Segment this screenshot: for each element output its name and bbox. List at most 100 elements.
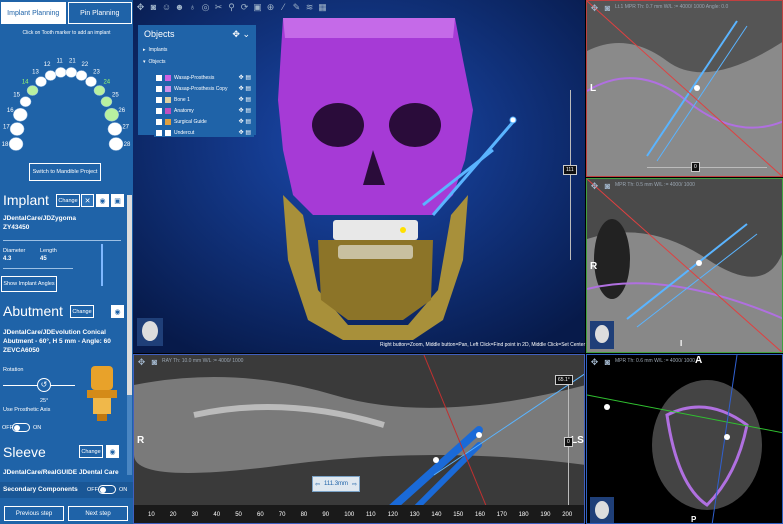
- secondary-components-toggle[interactable]: [98, 485, 116, 494]
- abutment-view-button[interactable]: ◉: [111, 305, 124, 318]
- color-swatch[interactable]: [165, 107, 171, 114]
- visibility-checkbox[interactable]: [156, 118, 162, 125]
- move-icon[interactable]: ✥ ▤: [239, 85, 251, 92]
- move-icon[interactable]: ✥: [136, 357, 147, 368]
- tooth-13[interactable]: [35, 76, 47, 87]
- viewport-mpr-top[interactable]: ✥ ◙ Lt.1 MPR Th: 0.7 mm W/L := 4000/ 100…: [586, 0, 783, 177]
- object-row[interactable]: Bone 1 ✥ ▤: [154, 95, 254, 104]
- move-icon[interactable]: ✥ ▤: [239, 129, 251, 136]
- tooth-17[interactable]: [9, 122, 25, 136]
- grid-icon[interactable]: ▦: [317, 2, 328, 13]
- tooth-24[interactable]: [93, 85, 106, 96]
- implant-change-button[interactable]: Change: [56, 194, 80, 207]
- implant-view-button[interactable]: ◉: [96, 194, 109, 207]
- move-icon[interactable]: ✥ ▤: [239, 96, 251, 103]
- camera-icon[interactable]: ◙: [149, 357, 160, 368]
- sleeve-view-button[interactable]: ◉: [106, 445, 119, 458]
- object-row[interactable]: Surgical Guide ✥ ▤: [154, 117, 254, 126]
- prosthetic-axis-toggle[interactable]: [12, 423, 30, 432]
- color-swatch[interactable]: [165, 74, 171, 81]
- visibility-checkbox[interactable]: [156, 74, 162, 81]
- head-orientation-icon[interactable]: [590, 497, 614, 523]
- box-icon[interactable]: ▣: [252, 2, 263, 13]
- color-swatch[interactable]: [165, 85, 171, 92]
- tab-implant-planning[interactable]: Implant Planning: [1, 2, 66, 24]
- color-swatch[interactable]: [165, 96, 171, 103]
- tooth-21[interactable]: [65, 67, 77, 78]
- mpr-top-slider-track[interactable]: [647, 167, 767, 168]
- visibility-checkbox[interactable]: [156, 96, 162, 103]
- tooth-27[interactable]: [107, 122, 123, 136]
- sleeve-change-button[interactable]: Change: [79, 445, 103, 458]
- target-icon[interactable]: ⊕: [265, 2, 276, 13]
- object-row[interactable]: Wasap-Prosthesis Copy ✥ ▤: [154, 84, 254, 93]
- panel-scrollbar[interactable]: [127, 195, 132, 475]
- move-icon[interactable]: ✥: [589, 3, 600, 14]
- tooth-12[interactable]: [44, 70, 57, 81]
- head-orientation-icon[interactable]: [137, 318, 163, 346]
- line-icon[interactable]: ⁄: [278, 2, 289, 13]
- visibility-checkbox[interactable]: [156, 107, 162, 114]
- mpr-top-slider-value[interactable]: 0: [691, 162, 700, 172]
- pen-icon[interactable]: ✎: [291, 2, 302, 13]
- move-icon[interactable]: ✥: [135, 2, 146, 13]
- move-icon[interactable]: ✥: [589, 357, 600, 368]
- tooth-22[interactable]: [75, 70, 88, 81]
- tab-pin-planning[interactable]: Pin Planning: [67, 2, 132, 24]
- tooth-14[interactable]: [26, 85, 39, 96]
- panoramic-slider-value[interactable]: 0: [564, 437, 573, 447]
- head-orientation-icon[interactable]: [590, 321, 614, 349]
- tooth-26[interactable]: [104, 107, 119, 122]
- tooth-icon[interactable]: ♁: [187, 2, 198, 13]
- abutment-change-button[interactable]: Change: [70, 305, 94, 318]
- sync-icon[interactable]: ⟳: [239, 2, 250, 13]
- camera-icon[interactable]: ◙: [148, 2, 159, 13]
- dental-arch-chart[interactable]: 18 17 16 15 1413 12 11 21 22 2324 25 26 27 28: [0, 36, 133, 156]
- tooth-25[interactable]: [100, 96, 113, 107]
- object-row[interactable]: Anatomy ✥ ▤: [154, 106, 254, 115]
- rotation-knob[interactable]: ↺: [37, 378, 51, 392]
- show-implant-angles-button[interactable]: Show Implant Angles: [1, 276, 57, 292]
- color-swatch[interactable]: [165, 129, 171, 136]
- object-row[interactable]: Wasap-Prosthesis ✥ ▤: [154, 73, 254, 82]
- viewport-panoramic[interactable]: ✥ ◙ RAY Th: 10.0 mm W/L := 4000/ 1000 R …: [133, 354, 585, 524]
- scrollbar-thumb[interactable]: [127, 195, 132, 395]
- color-swatch[interactable]: [165, 118, 171, 125]
- measure-icon[interactable]: ◎: [200, 2, 211, 13]
- 3d-slider-value[interactable]: 111: [563, 165, 577, 175]
- tooth-18[interactable]: [8, 137, 24, 151]
- visibility-checkbox[interactable]: [156, 129, 162, 136]
- next-step-button[interactable]: Next step: [68, 506, 128, 521]
- move-icon[interactable]: ✥: [232, 29, 240, 39]
- camera-icon[interactable]: ◙: [602, 181, 613, 192]
- move-icon[interactable]: ✥ ▤: [239, 118, 251, 125]
- camera-icon[interactable]: ◙: [602, 357, 613, 368]
- tree-group-implants[interactable]: ▸ Implants: [143, 47, 167, 53]
- tooth-15[interactable]: [19, 96, 32, 107]
- arrow-right-icon[interactable]: ⇨: [352, 481, 357, 488]
- cut-icon[interactable]: ✂: [213, 2, 224, 13]
- object-row[interactable]: Undercut ✥ ▤: [154, 128, 254, 137]
- skull-icon[interactable]: ☺: [161, 2, 172, 13]
- tooth-23[interactable]: [85, 76, 97, 87]
- tooth-28[interactable]: [108, 137, 124, 151]
- arrow-left-icon[interactable]: ⇦: [315, 481, 320, 488]
- tooth-16[interactable]: [13, 107, 28, 122]
- visibility-checkbox[interactable]: [156, 85, 162, 92]
- move-icon[interactable]: ✥: [589, 181, 600, 192]
- switch-mandible-button[interactable]: Switch to Mandible Project: [29, 163, 101, 181]
- chevron-down-icon[interactable]: ⌄: [242, 29, 250, 39]
- camera-icon[interactable]: ◙: [602, 3, 613, 14]
- tree-group-objects[interactable]: ▾ Objects: [143, 59, 165, 65]
- previous-step-button[interactable]: Previous step: [4, 506, 64, 521]
- viewport-axial[interactable]: ✥ ◙ MPR Th: 0.6 mm W/L := 4000/ 1000 A P: [586, 354, 783, 524]
- skull-icon[interactable]: ☻: [174, 2, 185, 13]
- move-icon[interactable]: ✥ ▤: [239, 107, 251, 114]
- implant-lock-button[interactable]: ▣: [111, 194, 124, 207]
- 3d-slider-track[interactable]: [570, 90, 571, 260]
- implant-icon[interactable]: ⚲: [226, 2, 237, 13]
- viewport-mpr-mid[interactable]: ✥ ◙ MPR Th: 0.5 mm W/L := 4000/ 1000 R I: [586, 178, 783, 353]
- implant-delete-button[interactable]: ✕: [81, 194, 94, 207]
- measurement-widget[interactable]: ⇦ 111.3mm ⇨: [312, 476, 360, 492]
- move-icon[interactable]: ✥ ▤: [239, 74, 251, 81]
